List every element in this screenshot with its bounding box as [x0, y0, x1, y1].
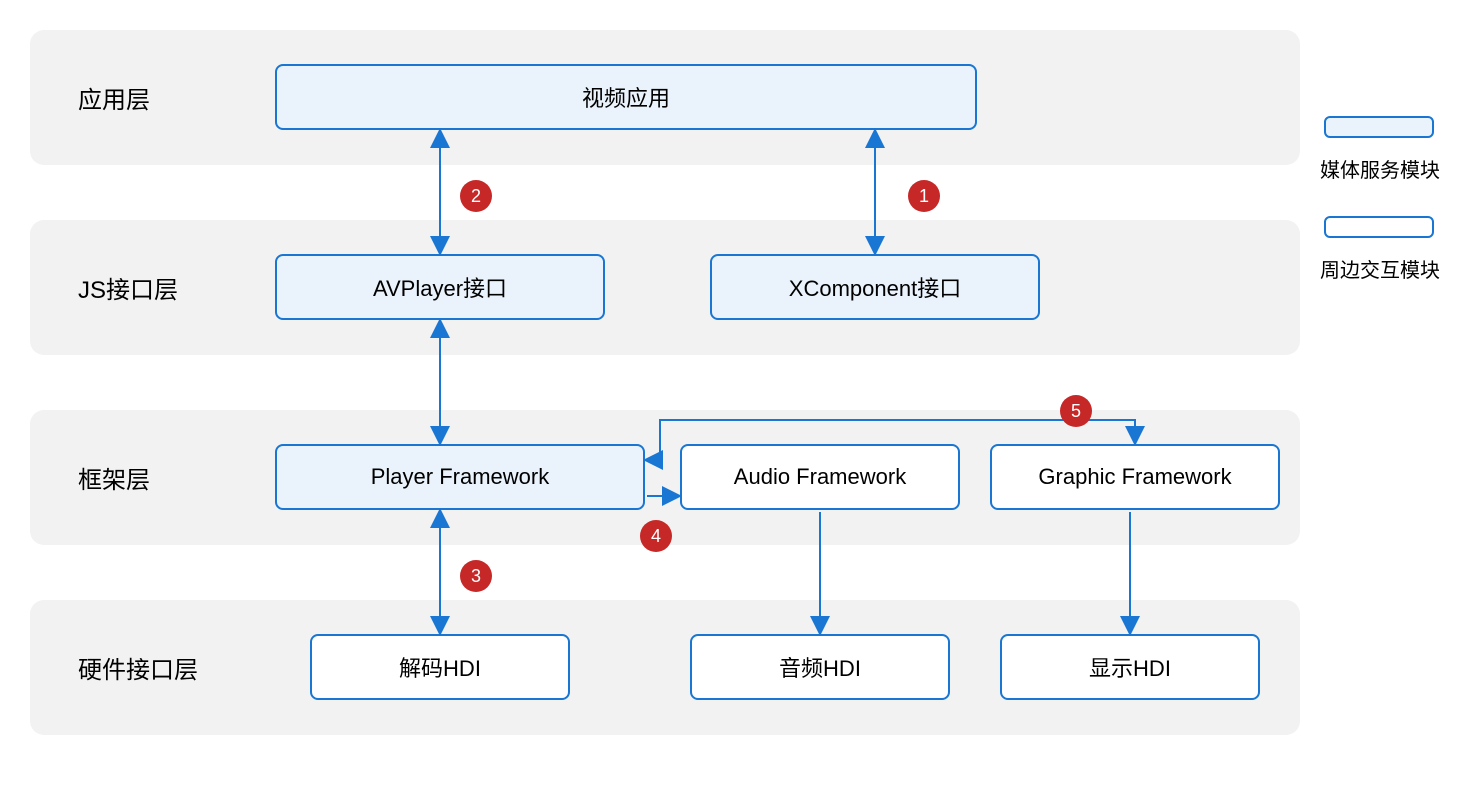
box-avplayer: AVPlayer接口 [275, 254, 605, 320]
box-graphic-framework-label: Graphic Framework [1038, 464, 1231, 490]
box-audio-framework-label: Audio Framework [734, 464, 906, 490]
legend-peripheral-label: 周边交互模块 [1320, 254, 1440, 283]
box-display-hdi: 显示HDI [1000, 634, 1260, 700]
box-graphic-framework: Graphic Framework [990, 444, 1280, 510]
box-video-app-label: 视频应用 [582, 81, 670, 113]
legend-media-swatch [1324, 116, 1434, 138]
badge-5: 5 [1060, 395, 1092, 427]
badge-3: 3 [460, 560, 492, 592]
box-avplayer-label: AVPlayer接口 [373, 271, 507, 303]
box-xcomponent: XComponent接口 [710, 254, 1040, 320]
box-video-app: 视频应用 [275, 64, 977, 130]
legend-media-label: 媒体服务模块 [1320, 154, 1440, 183]
box-xcomponent-label: XComponent接口 [789, 271, 961, 303]
box-player-framework-label: Player Framework [371, 464, 549, 490]
layer-js: JS接口层 [30, 220, 1300, 355]
box-audio-hdi: 音频HDI [690, 634, 950, 700]
badge-4: 4 [640, 520, 672, 552]
layer-app-label: 应用层 [78, 80, 150, 115]
legend-peripheral-swatch [1324, 216, 1434, 238]
box-audio-hdi-label: 音频HDI [779, 651, 861, 683]
box-audio-framework: Audio Framework [680, 444, 960, 510]
box-player-framework: Player Framework [275, 444, 645, 510]
badge-2: 2 [460, 180, 492, 212]
layer-hardware-label: 硬件接口层 [78, 650, 198, 685]
box-decode-hdi: 解码HDI [310, 634, 570, 700]
layer-framework-label: 框架层 [78, 460, 150, 495]
badge-1: 1 [908, 180, 940, 212]
box-display-hdi-label: 显示HDI [1089, 651, 1171, 683]
layer-js-label: JS接口层 [78, 270, 178, 305]
box-decode-hdi-label: 解码HDI [399, 651, 481, 683]
